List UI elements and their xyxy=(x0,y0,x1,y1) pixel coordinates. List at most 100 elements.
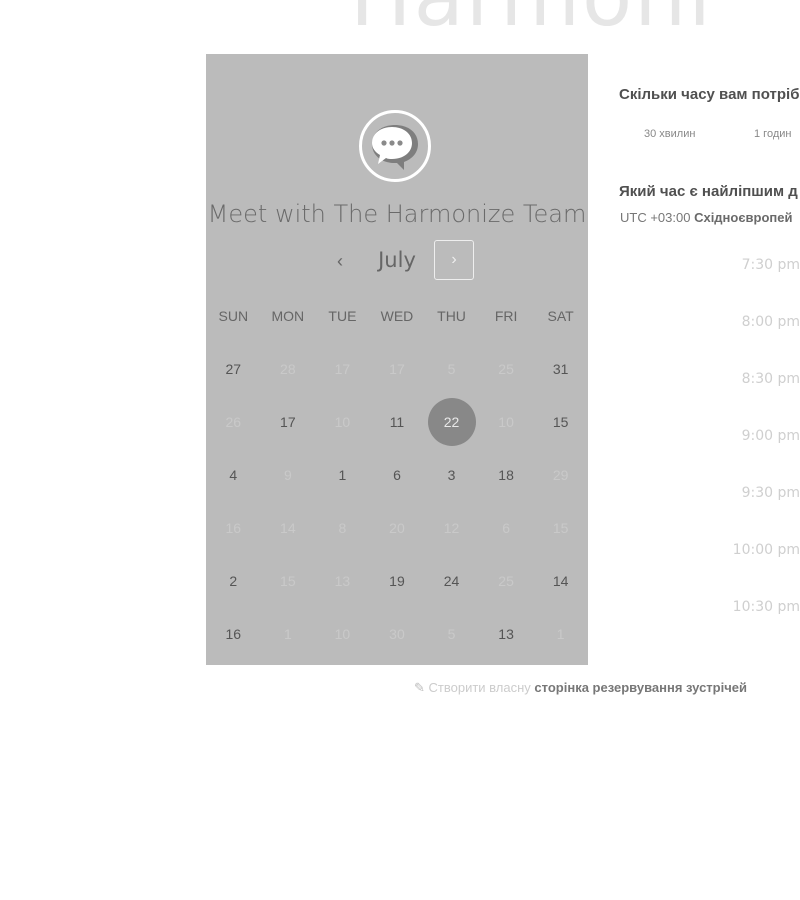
calendar-day[interactable]: 3 xyxy=(424,448,479,501)
calendar-day: 25 xyxy=(479,554,534,607)
time-slot[interactable]: 9:00 pm xyxy=(690,428,800,444)
calendar-day[interactable]: 17 xyxy=(261,395,316,448)
calendar-day: 5 xyxy=(424,607,479,660)
calendar-day-number: 27 xyxy=(225,360,242,377)
calendar-day-number: 17 xyxy=(389,360,405,377)
duration-question: Скільки часу вам потріб xyxy=(619,86,800,103)
calendar-day-number: 10 xyxy=(334,625,351,642)
calendar-day-number: 10 xyxy=(334,413,351,430)
time-slot[interactable]: 9:30 pm xyxy=(690,485,800,501)
calendar-day-number: 1 xyxy=(338,466,347,483)
weekday-label: SAT xyxy=(547,308,574,324)
calendar-day[interactable]: 16 xyxy=(206,607,261,660)
team-title: Meet with The Harmonize Team xyxy=(207,200,587,228)
calendar-day-number: 30 xyxy=(389,625,405,642)
calendar-day-number: 31 xyxy=(552,360,569,377)
calendar-week-row: 16 1 10 30 5 13 1 xyxy=(206,607,588,660)
calendar-day-number: 22 xyxy=(427,397,476,446)
calendar-day: 13 xyxy=(315,554,370,607)
calendar-day-number: 19 xyxy=(389,572,405,589)
calendar-day: 15 xyxy=(533,501,588,554)
chat-bubble-icon xyxy=(359,110,431,182)
calendar-day-number: 26 xyxy=(225,413,242,430)
calendar-day-number: 16 xyxy=(225,519,242,536)
calendar-day: 1 xyxy=(261,607,316,660)
time-slot[interactable]: 7:30 pm xyxy=(690,257,800,273)
calendar-day-number: 25 xyxy=(498,360,514,377)
calendar-day: 10 xyxy=(315,395,370,448)
calendar-day[interactable]: 11 xyxy=(370,395,425,448)
calendar-day: 16 xyxy=(206,501,261,554)
calendar-week-row: 16 14 8 20 12 6 15 xyxy=(206,501,588,554)
calendar-day-number: 14 xyxy=(552,572,569,589)
calendar-day: 30 xyxy=(370,607,425,660)
calendar-day: 15 xyxy=(261,554,316,607)
calendar-day-number: 4 xyxy=(229,466,238,483)
calendar-day[interactable]: 6 xyxy=(370,448,425,501)
calendar-day[interactable]: 27 xyxy=(206,342,261,395)
calendar-day-number: 15 xyxy=(552,413,569,430)
calendar-day[interactable]: 15 xyxy=(533,395,588,448)
calendar-day[interactable]: 1 xyxy=(315,448,370,501)
weekday-header: SUN MON TUE WED THU FRI SAT xyxy=(206,308,588,324)
calendar-day: 17 xyxy=(315,342,370,395)
calendar-day-number: 11 xyxy=(389,413,405,430)
calendar-day[interactable]: 18 xyxy=(479,448,534,501)
calendar-day: 20 xyxy=(370,501,425,554)
footer-create-text: Створити власну xyxy=(428,680,531,695)
calendar-day-number: 6 xyxy=(393,466,401,483)
calendar-day: 10 xyxy=(315,607,370,660)
sprout-icon: ✎ xyxy=(414,680,425,695)
time-slot[interactable]: 10:30 pm xyxy=(690,599,800,615)
calendar-day: 1 xyxy=(533,607,588,660)
calendar-day[interactable]: 4 xyxy=(206,448,261,501)
calendar-day-number: 2 xyxy=(229,572,238,589)
calendar-day[interactable]: 14 xyxy=(533,554,588,607)
calendar-day-number: 5 xyxy=(447,625,456,642)
calendar-day-number: 20 xyxy=(389,519,405,536)
time-question: Який час є найліпшим д xyxy=(619,183,798,200)
previous-month-button[interactable]: ‹ xyxy=(324,240,356,282)
calendar-week-row: 26 17 10 11 22 10 15 xyxy=(206,395,588,448)
calendar-day-number: 29 xyxy=(552,466,569,483)
time-slot[interactable]: 8:30 pm xyxy=(690,371,800,387)
calendar-day[interactable]: 31 xyxy=(533,342,588,395)
calendar-day-number: 24 xyxy=(443,572,460,589)
booking-page-link[interactable]: сторінка резервування зустрічей xyxy=(534,680,747,695)
calendar-day: 9 xyxy=(261,448,316,501)
duration-option-1-hour[interactable]: 1 годин xyxy=(754,128,791,140)
calendar-day: 17 xyxy=(370,342,425,395)
calendar-day: 14 xyxy=(261,501,316,554)
timezone-offset: UTC +03:00 xyxy=(620,210,691,225)
timezone-selector[interactable]: UTC +03:00 Східноєвропей xyxy=(620,210,792,225)
calendar-day: 5 xyxy=(424,342,479,395)
duration-option-30-min[interactable]: 30 хвилин xyxy=(644,128,695,140)
time-slot[interactable]: 8:00 pm xyxy=(690,314,800,330)
calendar-day-number: 25 xyxy=(498,572,514,589)
booking-options: Скільки часу вам потріб 30 хвилин 1 годи… xyxy=(619,0,800,700)
calendar-day-number: 1 xyxy=(556,625,565,642)
calendar-day: 28 xyxy=(261,342,316,395)
calendar-day: 25 xyxy=(479,342,534,395)
calendar-day-number: 8 xyxy=(338,519,347,536)
time-slot[interactable]: 10:00 pm xyxy=(690,542,800,558)
calendar-day-number: 17 xyxy=(334,360,351,377)
month-label: July xyxy=(378,248,416,272)
calendar-day-number: 28 xyxy=(280,360,296,377)
calendar-day[interactable]: 24 xyxy=(424,554,479,607)
calendar-day-number: 1 xyxy=(283,625,292,642)
calendar-day: 6 xyxy=(479,501,534,554)
calendar-day[interactable]: 19 xyxy=(370,554,425,607)
calendar-day: 12 xyxy=(424,501,479,554)
calendar-day: 10 xyxy=(479,395,534,448)
next-month-button[interactable]: › xyxy=(434,240,474,280)
calendar-day[interactable]: 2 xyxy=(206,554,261,607)
calendar-day-grid: 27 28 17 17 5 25 31 26 17 10 11 22 10 15 4 9 1 6 3 18 29 16 14… xyxy=(206,342,588,660)
calendar-day-number: 16 xyxy=(225,625,242,642)
calendar-day: 29 xyxy=(533,448,588,501)
calendar-day: 8 xyxy=(315,501,370,554)
calendar-day-number: 13 xyxy=(334,572,351,589)
calendar-day-selected[interactable]: 22 xyxy=(424,395,479,448)
calendar-day[interactable]: 13 xyxy=(479,607,534,660)
calendar-day-number: 14 xyxy=(280,519,296,536)
